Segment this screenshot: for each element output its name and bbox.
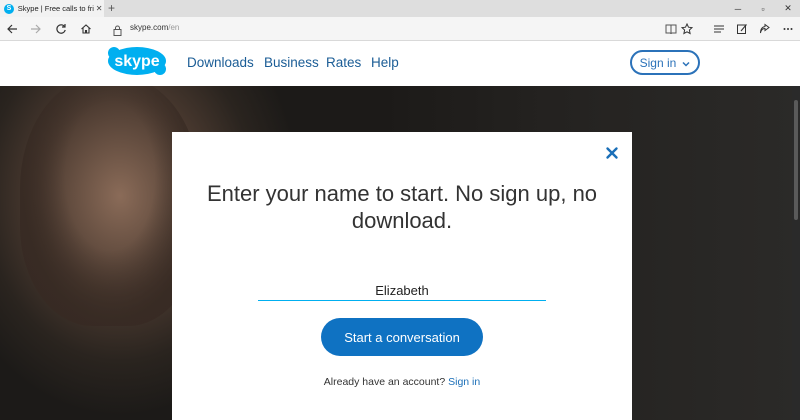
chevron-down-icon [682,56,690,70]
start-conversation-button[interactable]: Start a conversation [321,318,483,356]
favorite-star-icon[interactable] [678,20,696,38]
sign-in-label: Sign in [639,55,677,70]
more-icon[interactable] [779,20,797,38]
nav-link-help[interactable]: Help [371,55,399,70]
logo-text: skype [114,53,159,70]
site-header: skype Downloads Business Rates Help Sign… [0,41,800,86]
new-tab-button[interactable]: + [108,1,115,15]
tab-title: Skype | Free calls to frie [17,4,95,13]
forward-icon[interactable] [27,20,45,38]
back-icon[interactable] [3,20,21,38]
url-path: /en [168,23,180,32]
maximize-icon[interactable]: ▫ [752,0,774,17]
dialog-sign-in-link[interactable]: Sign in [448,376,480,388]
nav-link-downloads[interactable]: Downloads [187,55,254,70]
start-conversation-dialog: Enter your name to start. No sign up, no… [172,132,632,420]
browser-tab[interactable]: S Skype | Free calls to frie ✕ [0,0,104,17]
header-sign-in-button[interactable]: Sign in [630,50,700,75]
account-prompt-text: Already have an account? [323,376,446,388]
minimize-icon[interactable]: ─ [727,0,749,17]
nav-link-rates[interactable]: Rates [326,55,361,70]
skype-logo[interactable]: skype [107,45,167,82]
hub-icon[interactable] [710,20,728,38]
name-input[interactable] [258,281,546,301]
address-bar: skype.com/en [0,17,800,41]
refresh-icon[interactable] [52,20,70,38]
nav-link-business[interactable]: Business [264,55,319,70]
share-icon[interactable] [756,20,774,38]
tab-close-icon[interactable]: ✕ [94,4,104,13]
browser-tab-bar: S Skype | Free calls to frie ✕ + ─ ▫ ✕ [0,0,800,17]
dialog-heading: Enter your name to start. No sign up, no… [206,181,598,233]
skype-favicon-icon: S [4,3,14,14]
close-icon[interactable] [605,146,619,160]
url-field[interactable]: skype.com/en [130,23,179,32]
web-note-icon[interactable] [733,20,751,38]
account-prompt: Already have an account? Sign in [172,376,632,388]
url-domain: skype.com [130,23,169,32]
lock-icon [113,23,122,41]
close-window-icon[interactable]: ✕ [777,0,799,17]
home-icon[interactable] [77,20,95,38]
page-scrollbar-thumb[interactable] [794,100,798,220]
